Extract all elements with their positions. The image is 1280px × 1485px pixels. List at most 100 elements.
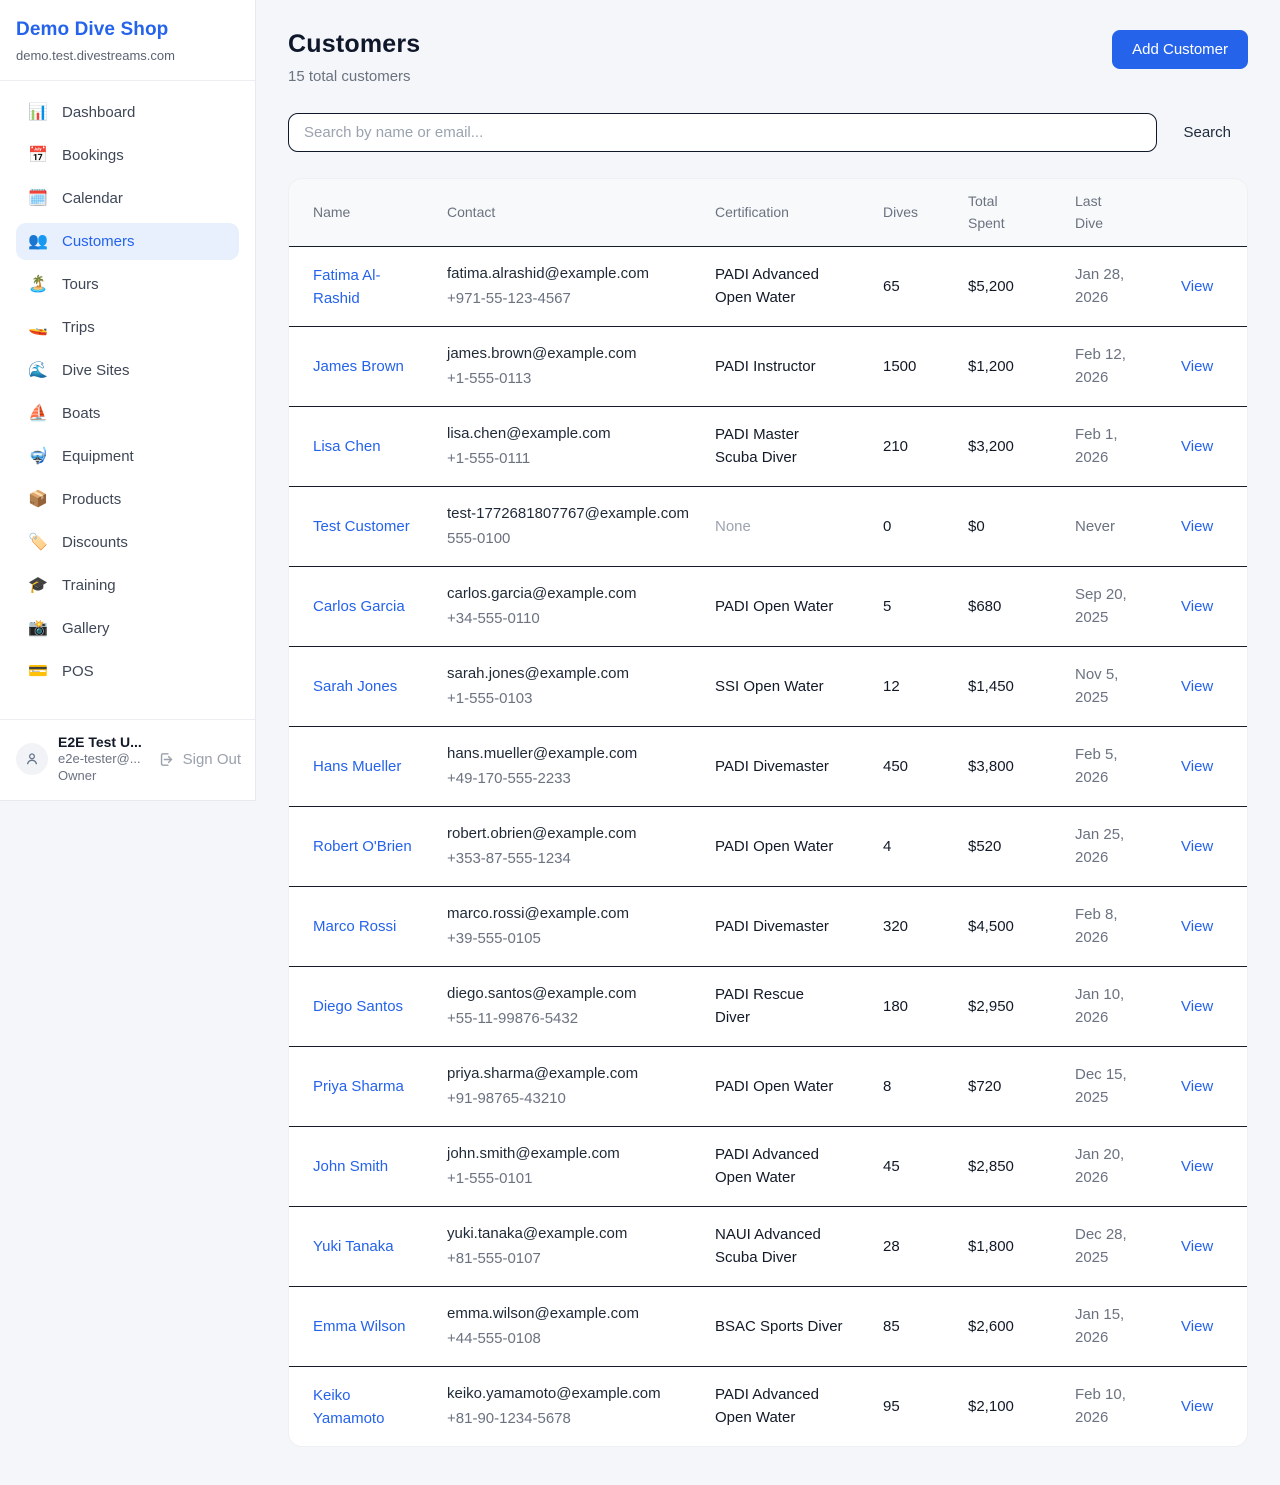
sidebar-user-section: E2E Test U... e2e-tester@... Owner Sign …: [0, 719, 255, 800]
customer-contact-cell: marco.rossi@example.com +39-555-0105: [435, 887, 703, 967]
customer-name-link[interactable]: Hans Mueller: [313, 755, 401, 778]
nav-item-label: Customers: [62, 233, 135, 250]
view-customer-link[interactable]: View: [1181, 1158, 1213, 1175]
customer-dives-cell: 85: [871, 1287, 956, 1367]
customer-total-spent-cell: $1,200: [956, 327, 1063, 407]
customer-name-cell: Keiko Yamamoto: [289, 1367, 435, 1447]
customer-last-dive-cell: Jan 20, 2026: [1063, 1127, 1169, 1207]
sidebar-item-trips[interactable]: 🚤 Trips: [16, 309, 239, 346]
customer-name-link[interactable]: Sarah Jones: [313, 675, 397, 698]
sign-out-button[interactable]: Sign Out: [158, 751, 241, 768]
products-icon: 📦: [28, 492, 48, 508]
table-row: Carlos Garcia carlos.garcia@example.com …: [289, 567, 1247, 647]
customer-name-cell: Lisa Chen: [289, 407, 435, 487]
sidebar-item-calendar[interactable]: 🗓️ Calendar: [16, 180, 239, 217]
view-customer-link[interactable]: View: [1181, 918, 1213, 935]
customer-contact-cell: lisa.chen@example.com +1-555-0111: [435, 407, 703, 487]
sign-out-label: Sign Out: [183, 751, 241, 768]
customer-email: keiko.yamamoto@example.com: [447, 1383, 691, 1406]
customer-certification-cell: BSAC Sports Diver: [703, 1287, 871, 1367]
table-header: NameContactCertificationDivesTotal Spent…: [289, 179, 1247, 247]
search-row: Search: [288, 113, 1248, 152]
view-customer-link[interactable]: View: [1181, 758, 1213, 775]
customer-last-dive-cell: Never: [1063, 487, 1169, 567]
customer-name-cell: Marco Rossi: [289, 887, 435, 967]
customer-name-link[interactable]: Diego Santos: [313, 995, 403, 1018]
customer-email: lisa.chen@example.com: [447, 423, 691, 446]
customer-contact-cell: carlos.garcia@example.com +34-555-0110: [435, 567, 703, 647]
sidebar-item-dive-sites[interactable]: 🌊 Dive Sites: [16, 352, 239, 389]
customer-name-link[interactable]: Yuki Tanaka: [313, 1235, 394, 1258]
view-customer-link[interactable]: View: [1181, 678, 1213, 695]
calendar-icon: 🗓️: [28, 191, 48, 207]
customer-last-dive-cell: Nov 5, 2025: [1063, 647, 1169, 727]
view-customer-link[interactable]: View: [1181, 438, 1213, 455]
sidebar-item-pos[interactable]: 💳 POS: [16, 653, 239, 690]
nav-item-label: POS: [62, 663, 94, 680]
view-customer-link[interactable]: View: [1181, 838, 1213, 855]
sidebar-item-discounts[interactable]: 🏷️ Discounts: [16, 524, 239, 561]
customer-name-link[interactable]: Lisa Chen: [313, 435, 381, 458]
customer-name-link[interactable]: Priya Sharma: [313, 1075, 404, 1098]
customer-name-link[interactable]: Keiko Yamamoto: [313, 1384, 415, 1431]
customer-certification-cell: PADI Rescue Diver: [703, 967, 871, 1047]
search-button[interactable]: Search: [1183, 124, 1231, 141]
view-customer-link[interactable]: View: [1181, 1398, 1213, 1415]
customer-total-spent-cell: $3,200: [956, 407, 1063, 487]
sidebar-item-tours[interactable]: 🏝️ Tours: [16, 266, 239, 303]
view-customer-link[interactable]: View: [1181, 598, 1213, 615]
sidebar-item-equipment[interactable]: 🤿 Equipment: [16, 438, 239, 475]
add-customer-button[interactable]: Add Customer: [1112, 30, 1248, 69]
customer-total-spent-cell: $2,100: [956, 1367, 1063, 1447]
view-customer-link[interactable]: View: [1181, 518, 1213, 535]
customer-view-cell: View: [1169, 647, 1247, 727]
sidebar-header: Demo Dive Shop demo.test.divestreams.com: [0, 0, 255, 81]
search-input[interactable]: [288, 113, 1157, 152]
shop-title: Demo Dive Shop: [16, 19, 239, 41]
sidebar-item-training[interactable]: 🎓 Training: [16, 567, 239, 604]
sidebar-item-customers[interactable]: 👥 Customers: [16, 223, 239, 260]
customer-phone: +81-90-1234-5678: [447, 1408, 691, 1431]
customer-contact-cell: priya.sharma@example.com +91-98765-43210: [435, 1047, 703, 1127]
view-customer-link[interactable]: View: [1181, 998, 1213, 1015]
sidebar-item-products[interactable]: 📦 Products: [16, 481, 239, 518]
customer-dives-cell: 210: [871, 407, 956, 487]
customer-name-link[interactable]: John Smith: [313, 1155, 388, 1178]
customer-certification-cell: None: [703, 487, 871, 567]
view-customer-link[interactable]: View: [1181, 278, 1213, 295]
customer-phone: +1-555-0111: [447, 448, 691, 471]
nav-item-label: Dashboard: [62, 104, 135, 121]
customer-email: marco.rossi@example.com: [447, 903, 691, 926]
customer-name-link[interactable]: James Brown: [313, 355, 404, 378]
customer-name-link[interactable]: Marco Rossi: [313, 915, 396, 938]
customer-total-spent-cell: $2,600: [956, 1287, 1063, 1367]
customer-name-cell: Yuki Tanaka: [289, 1207, 435, 1287]
customer-name-link[interactable]: Carlos Garcia: [313, 595, 405, 618]
customer-name-link[interactable]: Robert O'Brien: [313, 835, 412, 858]
customer-contact-cell: james.brown@example.com +1-555-0113: [435, 327, 703, 407]
sidebar-item-boats[interactable]: ⛵ Boats: [16, 395, 239, 432]
view-customer-link[interactable]: View: [1181, 1318, 1213, 1335]
sidebar-item-dashboard[interactable]: 📊 Dashboard: [16, 94, 239, 131]
view-customer-link[interactable]: View: [1181, 358, 1213, 375]
user-email: e2e-tester@...: [58, 751, 148, 768]
customer-certification-cell: PADI Open Water: [703, 1047, 871, 1127]
sidebar-item-gallery[interactable]: 📸 Gallery: [16, 610, 239, 647]
customer-total-spent-cell: $4,500: [956, 887, 1063, 967]
page-header: Customers 15 total customers Add Custome…: [288, 30, 1248, 85]
customer-name-link[interactable]: Emma Wilson: [313, 1315, 406, 1338]
customer-name-cell: James Brown: [289, 327, 435, 407]
customer-name-link[interactable]: Test Customer: [313, 515, 410, 538]
sidebar-item-bookings[interactable]: 📅 Bookings: [16, 137, 239, 174]
customer-last-dive-cell: Feb 5, 2026: [1063, 727, 1169, 807]
view-customer-link[interactable]: View: [1181, 1078, 1213, 1095]
table-row: Fatima Al-Rashid fatima.alrashid@example…: [289, 247, 1247, 327]
gallery-icon: 📸: [28, 621, 48, 637]
customer-phone: +1-555-0113: [447, 368, 691, 391]
trips-icon: 🚤: [28, 320, 48, 336]
sign-out-icon: [158, 751, 175, 768]
customer-certification-cell: PADI Advanced Open Water: [703, 1127, 871, 1207]
customer-name-link[interactable]: Fatima Al-Rashid: [313, 264, 415, 311]
view-customer-link[interactable]: View: [1181, 1238, 1213, 1255]
table-row: Sarah Jones sarah.jones@example.com +1-5…: [289, 647, 1247, 727]
